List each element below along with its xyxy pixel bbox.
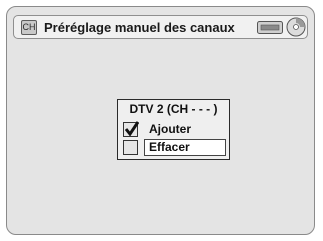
checkmark-icon <box>125 121 139 136</box>
tv-menu-screen: CH Préréglage manuel des canaux DTV 2 (C… <box>6 6 315 235</box>
add-checkbox[interactable] <box>123 121 139 137</box>
option-label: Ajouter <box>149 122 191 136</box>
option-label-selected: Effacer <box>144 139 226 156</box>
input-source-icon <box>257 21 283 34</box>
title-bar: CH Préréglage manuel des canaux <box>13 15 308 39</box>
channel-preset-dialog: DTV 2 (CH - - - ) Ajouter Effacer <box>117 99 230 160</box>
channel-heading: DTV 2 (CH - - - ) <box>129 102 218 116</box>
channel-icon: CH <box>21 20 37 35</box>
option-delete[interactable]: Effacer <box>118 139 229 157</box>
page-title: Préréglage manuel des canaux <box>44 20 235 35</box>
disc-icon <box>286 17 306 37</box>
option-add[interactable]: Ajouter <box>118 121 229 139</box>
delete-checkbox[interactable] <box>123 140 138 155</box>
